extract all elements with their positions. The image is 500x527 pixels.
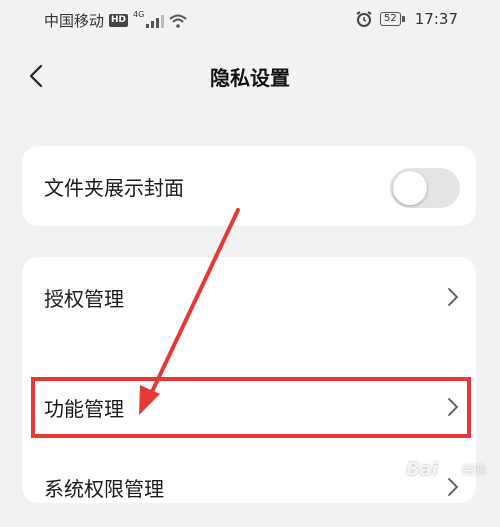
show-cover-toggle[interactable] <box>390 168 460 208</box>
status-left: 中国移动 HD 4G <box>44 10 187 31</box>
show-cover-row: 文件夹展示封面 <box>22 146 476 226</box>
signal-icon <box>146 14 165 28</box>
battery-indicator: 52 <box>380 12 405 26</box>
status-right: 52 17:37 <box>356 10 458 28</box>
watermark-subtitle: 经验 <box>461 463 486 477</box>
chevron-right-icon <box>448 398 458 416</box>
alarm-icon <box>356 11 372 27</box>
authorization-label: 授权管理 <box>44 286 124 311</box>
wifi-icon <box>169 14 187 28</box>
watermark-logo: Bai <box>405 459 438 480</box>
status-bar: 中国移动 HD 4G 52 17:37 <box>0 0 500 40</box>
network-type-label: 4G <box>133 10 145 19</box>
features-label: 功能管理 <box>44 396 124 421</box>
show-cover-label: 文件夹展示封面 <box>44 175 184 200</box>
paw-icon <box>442 463 458 476</box>
cover-settings-card: 文件夹展示封面 <box>22 146 476 226</box>
clock: 17:37 <box>414 10 458 28</box>
system-permissions-label: 系统权限管理 <box>44 476 164 501</box>
authorization-row[interactable]: 授权管理 <box>22 257 476 337</box>
page-title: 隐私设置 <box>210 66 290 90</box>
hd-badge: HD <box>109 14 129 27</box>
watermark: Bai 经验 <box>406 459 486 480</box>
carrier-label: 中国移动 <box>44 12 105 30</box>
nav-bar: 隐私设置 <box>0 52 500 100</box>
features-row[interactable]: 功能管理 <box>22 367 476 447</box>
toggle-knob <box>393 171 427 205</box>
chevron-right-icon <box>448 288 458 306</box>
